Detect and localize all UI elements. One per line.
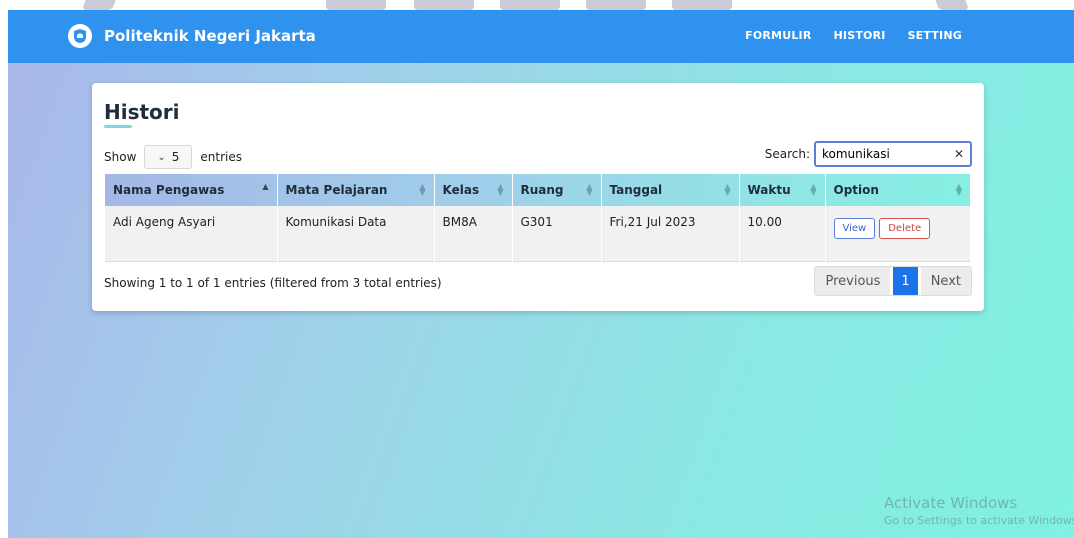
previous-page-button[interactable]: Previous (815, 267, 891, 295)
column-header-waktu[interactable]: Waktu ▲ ▼ (739, 174, 826, 206)
table-row: Adi Ageng Asyari Komunikasi Data BM8A G3… (105, 206, 971, 261)
next-page-button[interactable]: Next (920, 267, 971, 295)
column-header-mata-pelajaran[interactable]: Mata Pelajaran ▲ ▼ (277, 174, 435, 206)
cell-ruang: G301 (512, 206, 602, 261)
clear-search-icon[interactable]: ✕ (954, 147, 964, 161)
histori-table: Nama Pengawas ▲ Mata Pelajaran ▲ ▼ Kelas ▲ ▼ … (105, 174, 971, 262)
nav-item-formulir[interactable]: FORMULIR (745, 29, 811, 42)
show-label: Show (104, 150, 137, 164)
nav-links: FORMULIR HISTORI SETTING (745, 29, 962, 42)
table-info: Showing 1 to 1 of 1 entries (filtered fr… (104, 276, 442, 290)
entries-select[interactable]: ⌄ 5 (144, 145, 193, 169)
histori-card: Histori Show ⌄ 5 entries Search: ✕ Nama … (92, 83, 984, 311)
view-button[interactable]: View (833, 218, 876, 239)
brand-name: Politeknik Negeri Jakarta (104, 27, 316, 45)
navbar: Politeknik Negeri Jakarta FORMULIR HISTO… (8, 10, 1074, 63)
search-input[interactable] (822, 147, 942, 161)
page-1-button[interactable]: 1 (893, 267, 918, 295)
sort-icon: ▲ ▼ (419, 182, 426, 197)
nav-item-histori[interactable]: HISTORI (834, 29, 886, 42)
page-background: Politeknik Negeri Jakarta FORMULIR HISTO… (8, 10, 1074, 538)
nav-item-setting[interactable]: SETTING (908, 29, 962, 42)
entries-value: 5 (171, 150, 180, 164)
chevron-down-icon: ⌄ (157, 151, 166, 163)
watermark-subtitle: Go to Settings to activate Windows. (884, 514, 1074, 527)
sort-icon: ▲ ▼ (586, 182, 593, 197)
sort-icon: ▲ ▼ (497, 182, 504, 197)
cell-kelas: BM8A (434, 206, 513, 261)
column-header-tanggal[interactable]: Tanggal ▲ ▼ (601, 174, 740, 206)
sort-icon: ▲ ▼ (724, 182, 731, 197)
page-title: Histori (104, 100, 180, 124)
column-header-option[interactable]: Option ▲ ▼ (825, 174, 971, 206)
entries-label: entries (200, 150, 242, 164)
sort-icon: ▲ ▼ (810, 182, 817, 197)
pagination: Previous 1 Next (814, 266, 972, 296)
title-underline (104, 125, 132, 128)
activate-windows-watermark: Activate Windows Go to Settings to activ… (884, 494, 1074, 527)
table-header-row: Nama Pengawas ▲ Mata Pelajaran ▲ ▼ Kelas ▲ ▼ … (105, 174, 971, 206)
campus-logo-icon (68, 24, 92, 48)
cell-tanggal: Fri,21 Jul 2023 (601, 206, 740, 261)
sort-icon: ▲ ▼ (955, 182, 962, 197)
brand[interactable]: Politeknik Negeri Jakarta (68, 24, 316, 48)
watermark-title: Activate Windows (884, 494, 1018, 512)
sort-asc-icon: ▲ (262, 182, 269, 191)
entries-length-control: Show ⌄ 5 entries (104, 145, 242, 169)
search-label: Search: (764, 147, 810, 161)
cell-mata-pelajaran: Komunikasi Data (277, 206, 435, 261)
cell-nama-pengawas: Adi Ageng Asyari (105, 206, 278, 261)
cell-option: View Delete (825, 206, 971, 261)
background-watermark-strip (0, 0, 1074, 10)
delete-button[interactable]: Delete (879, 218, 931, 239)
search-box: ✕ (814, 141, 972, 167)
column-header-kelas[interactable]: Kelas ▲ ▼ (434, 174, 513, 206)
column-header-ruang[interactable]: Ruang ▲ ▼ (512, 174, 602, 206)
column-header-nama-pengawas[interactable]: Nama Pengawas ▲ (105, 174, 278, 206)
search-control: Search: ✕ (765, 141, 972, 167)
cell-waktu: 10.00 (739, 206, 826, 261)
